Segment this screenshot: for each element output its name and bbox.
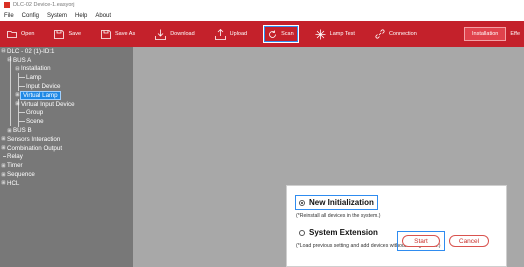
- tree-item-group[interactable]: Group: [0, 109, 133, 118]
- tree-item-root[interactable]: ⊟ DLC - 02 (1)-ID:1: [0, 47, 133, 56]
- collapse-icon[interactable]: ⊟: [1, 48, 6, 54]
- connection-button[interactable]: Connection: [372, 26, 420, 42]
- menu-system[interactable]: System: [47, 13, 67, 19]
- download-icon: [155, 29, 167, 40]
- expand-icon[interactable]: ⊞: [1, 180, 6, 186]
- toolbar: Open Save Save As Download Upload Scan L…: [0, 21, 524, 47]
- tree-item-input-device[interactable]: Input Device: [0, 82, 133, 91]
- cancel-button[interactable]: Cancel: [449, 235, 489, 247]
- lamp-test-button[interactable]: Lamp Test: [312, 26, 358, 42]
- expand-icon[interactable]: ⊞: [15, 101, 20, 107]
- upload-button[interactable]: Upload: [212, 26, 250, 42]
- tab-effect[interactable]: Effe: [506, 28, 524, 40]
- tree-item-scene[interactable]: Scene: [0, 117, 133, 126]
- tree-item-relay[interactable]: Relay: [0, 153, 133, 162]
- folder-icon: [7, 31, 17, 38]
- refresh-icon: [269, 30, 277, 38]
- download-button[interactable]: Download: [152, 26, 197, 42]
- tab-installation[interactable]: Installation: [464, 27, 507, 41]
- lamp-test-label: Lamp Test: [329, 31, 355, 37]
- tree-item-combination-output[interactable]: ⊞ Combination Output: [0, 144, 133, 153]
- menu-about[interactable]: About: [95, 13, 111, 19]
- tree-item-bus-b[interactable]: ⊞ BUS B: [0, 126, 133, 135]
- tree-item-installation[interactable]: ⊟ Installation: [0, 65, 133, 74]
- new-initialization-description: (*Reinstall all devices in the system.): [296, 213, 381, 219]
- collapse-icon[interactable]: ⊟: [7, 57, 12, 63]
- app-window: DLC-02 Device-1.easyorj File Config Syst…: [0, 0, 524, 267]
- system-extension-option[interactable]: System Extension: [299, 228, 378, 237]
- download-label: Download: [170, 31, 195, 37]
- tree-item-lamp[interactable]: Lamp: [0, 73, 133, 82]
- new-initialization-option[interactable]: New Initialization: [295, 195, 378, 210]
- scan-label: Scan: [281, 31, 294, 37]
- start-button[interactable]: Start: [402, 235, 440, 247]
- system-extension-radio[interactable]: [299, 229, 305, 236]
- expand-icon[interactable]: ⊞: [15, 92, 20, 98]
- upload-label: Upload: [229, 31, 248, 37]
- expand-icon[interactable]: ⊞: [1, 145, 6, 151]
- system-extension-label: System Extension: [309, 228, 378, 237]
- expand-icon[interactable]: ⊞: [1, 136, 6, 142]
- sun-icon: [315, 29, 326, 39]
- open-label: Open: [21, 31, 35, 37]
- upload-icon: [214, 28, 226, 40]
- connection-label: Connection: [388, 31, 417, 37]
- tree-item-hcl[interactable]: ⊞ HCL: [0, 179, 133, 188]
- save-label: Save: [68, 31, 82, 37]
- save-as-icon: [101, 29, 111, 39]
- save-icon: [54, 29, 65, 39]
- menu-file[interactable]: File: [4, 13, 14, 19]
- app-logo-icon: [4, 2, 10, 8]
- device-tree: ⊟ DLC - 02 (1)-ID:1 ⊟ BUS A ⊟ Installation …: [0, 47, 133, 267]
- save-button[interactable]: Save: [51, 26, 84, 42]
- collapse-icon[interactable]: ⊟: [15, 66, 20, 72]
- new-initialization-radio[interactable]: [299, 199, 305, 206]
- new-initialization-label: New Initialization: [309, 198, 374, 207]
- save-as-label: Save As: [115, 31, 136, 37]
- tree-item-virtual-lamp[interactable]: ⊞ Virtual Lamp: [0, 90, 133, 100]
- tree-item-sensors-interaction[interactable]: ⊞ Sensors Interaction: [0, 135, 133, 144]
- title-bar: DLC-02 Device-1.easyorj: [0, 0, 524, 10]
- new-initialization-focus[interactable]: New Initialization: [295, 195, 378, 210]
- link-icon: [375, 29, 385, 39]
- expand-icon[interactable]: ⊞: [1, 163, 6, 169]
- mode-tabs: Installation Effe: [464, 27, 524, 41]
- open-button[interactable]: Open: [4, 26, 37, 42]
- tree-item-timer[interactable]: ⊞ Timer: [0, 161, 133, 170]
- expand-icon[interactable]: ⊞: [7, 128, 12, 134]
- scan-button[interactable]: Scan: [263, 25, 299, 43]
- tree-item-virtual-input-device[interactable]: ⊞ Virtual Input Device: [0, 100, 133, 109]
- initialization-dialog: New Initialization (*Reinstall all devic…: [286, 185, 507, 267]
- save-as-button[interactable]: Save As: [98, 26, 138, 42]
- window-title: DLC-02 Device-1.easyorj: [13, 2, 75, 8]
- menu-help[interactable]: Help: [75, 13, 87, 19]
- expand-icon[interactable]: ⊞: [1, 172, 6, 178]
- menu-bar: File Config System Help About: [0, 10, 524, 21]
- tree-item-bus-a[interactable]: ⊟ BUS A: [0, 56, 133, 65]
- menu-config[interactable]: Config: [22, 13, 39, 19]
- tree-item-sequence[interactable]: ⊞ Sequence: [0, 170, 133, 179]
